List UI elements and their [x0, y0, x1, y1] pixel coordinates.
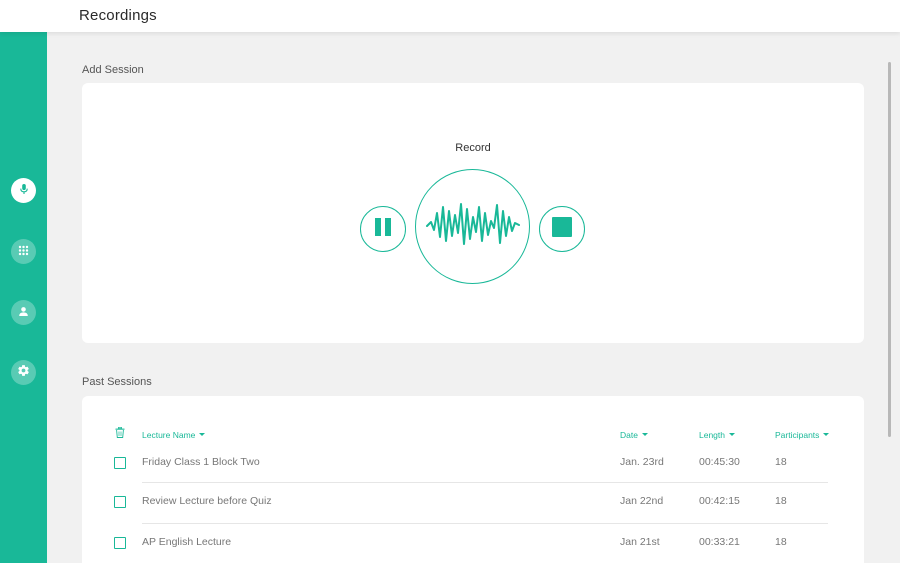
caret-down-icon — [729, 433, 735, 437]
caret-down-icon — [199, 433, 206, 437]
column-header-participants[interactable]: Participants — [775, 430, 830, 440]
lecture-name: Review Lecture before Quiz — [142, 495, 272, 507]
lecture-name: Friday Class 1 Block Two — [142, 456, 260, 468]
column-header-length[interactable]: Length — [699, 430, 735, 440]
sidebar — [0, 32, 47, 563]
table-row[interactable]: Review Lecture before Quiz Jan 22nd 00:4… — [82, 483, 864, 523]
record-label: Record — [455, 142, 491, 154]
session-date: Jan 22nd — [620, 495, 664, 507]
past-sessions-label: Past Sessions — [82, 376, 152, 388]
scrollbar[interactable] — [888, 62, 891, 437]
row-checkbox[interactable] — [114, 537, 126, 549]
session-participants: 18 — [775, 536, 787, 548]
microphone-icon — [18, 182, 30, 200]
session-participants: 18 — [775, 456, 787, 468]
caret-down-icon — [641, 433, 648, 437]
sidebar-item-recordings[interactable] — [11, 178, 36, 203]
caret-down-icon — [823, 433, 830, 437]
sessions-table: Lecture Name Date Length Participants Fr… — [82, 396, 864, 563]
table-row[interactable]: AP English Lecture Jan 21st 00:33:21 18 — [82, 524, 864, 563]
sidebar-item-profile[interactable] — [11, 300, 36, 325]
lecture-name: AP English Lecture — [142, 536, 232, 548]
stop-button[interactable] — [539, 206, 585, 252]
pause-icon — [373, 217, 393, 242]
gear-icon — [17, 364, 30, 382]
sidebar-item-apps[interactable] — [11, 239, 36, 264]
sidebar-item-settings[interactable] — [11, 360, 36, 385]
user-icon — [18, 304, 29, 322]
page-title: Recordings — [79, 7, 157, 24]
record-button[interactable] — [415, 169, 530, 284]
stop-icon — [552, 216, 572, 242]
session-length: 00:42:15 — [699, 495, 740, 507]
row-checkbox[interactable] — [114, 457, 126, 469]
session-date: Jan. 23rd — [620, 456, 664, 468]
column-header-lecture-name[interactable]: Lecture Name — [142, 430, 206, 440]
waveform-icon — [425, 199, 521, 254]
row-checkbox[interactable] — [114, 496, 126, 508]
add-session-label: Add Session — [82, 64, 144, 76]
session-length: 00:33:21 — [699, 536, 740, 548]
session-length: 00:45:30 — [699, 456, 740, 468]
record-card: Record — [82, 83, 864, 343]
session-participants: 18 — [775, 495, 787, 507]
top-bar: Recordings — [0, 0, 900, 32]
grid-icon — [18, 243, 29, 261]
trash-icon[interactable] — [115, 425, 125, 443]
column-header-date[interactable]: Date — [620, 430, 648, 440]
table-row[interactable]: Friday Class 1 Block Two Jan. 23rd 00:45… — [82, 444, 864, 484]
session-date: Jan 21st — [620, 536, 660, 548]
pause-button[interactable] — [360, 206, 406, 252]
